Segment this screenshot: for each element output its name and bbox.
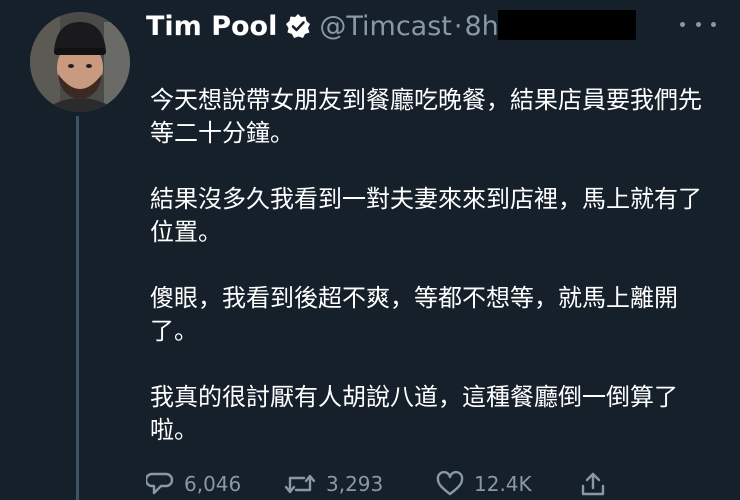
author-name[interactable]: Tim Pool [146,11,277,42]
separator-dot: · [453,10,463,42]
action-bar: 6,046 3,293 12.4K [146,470,616,498]
verified-badge-icon [285,13,311,39]
reply-count: 6,046 [184,472,242,496]
reply-icon [146,471,174,497]
retweet-count: 3,293 [326,472,384,496]
avatar[interactable] [30,12,130,112]
more-dots-icon[interactable] [680,14,716,34]
author-handle[interactable]: @Timcast [319,11,452,42]
share-icon [580,471,606,497]
retweet-icon [284,471,316,497]
tweet-paragraph: 傻眼，我看到後超不爽，等都不想等，就馬上離開了。 [150,284,678,345]
tweet-paragraph: 結果沒多久我看到一對夫妻來來到店裡，馬上就有了位置。 [150,185,702,246]
tweet-body: 今天想說帶女朋友到餐廳吃晚餐，結果店員要我們先等二十分鐘。 結果沒多久我看到一對… [150,84,715,480]
tweet: Tim Pool @Timcast · 8h 今天想說帶女朋友到餐廳吃晚餐，結果… [0,0,740,500]
thread-line [76,116,79,500]
tweet-header: Tim Pool @Timcast · 8h [146,8,499,44]
reply-button[interactable]: 6,046 [146,471,241,497]
retweet-button[interactable]: 3,293 [284,471,383,497]
tweet-time[interactable]: 8h [464,11,498,42]
share-button[interactable] [580,471,606,497]
redaction-bar [498,10,636,40]
tweet-paragraph: 今天想說帶女朋友到餐廳吃晚餐，結果店員要我們先等二十分鐘。 [150,86,702,147]
like-count: 12.4K [474,472,532,496]
tweet-paragraph: 我真的很討厭有人胡說八道，這種餐廳倒一倒算了啦。 [150,383,678,444]
heart-icon [436,471,464,497]
like-button[interactable]: 12.4K [436,471,532,497]
